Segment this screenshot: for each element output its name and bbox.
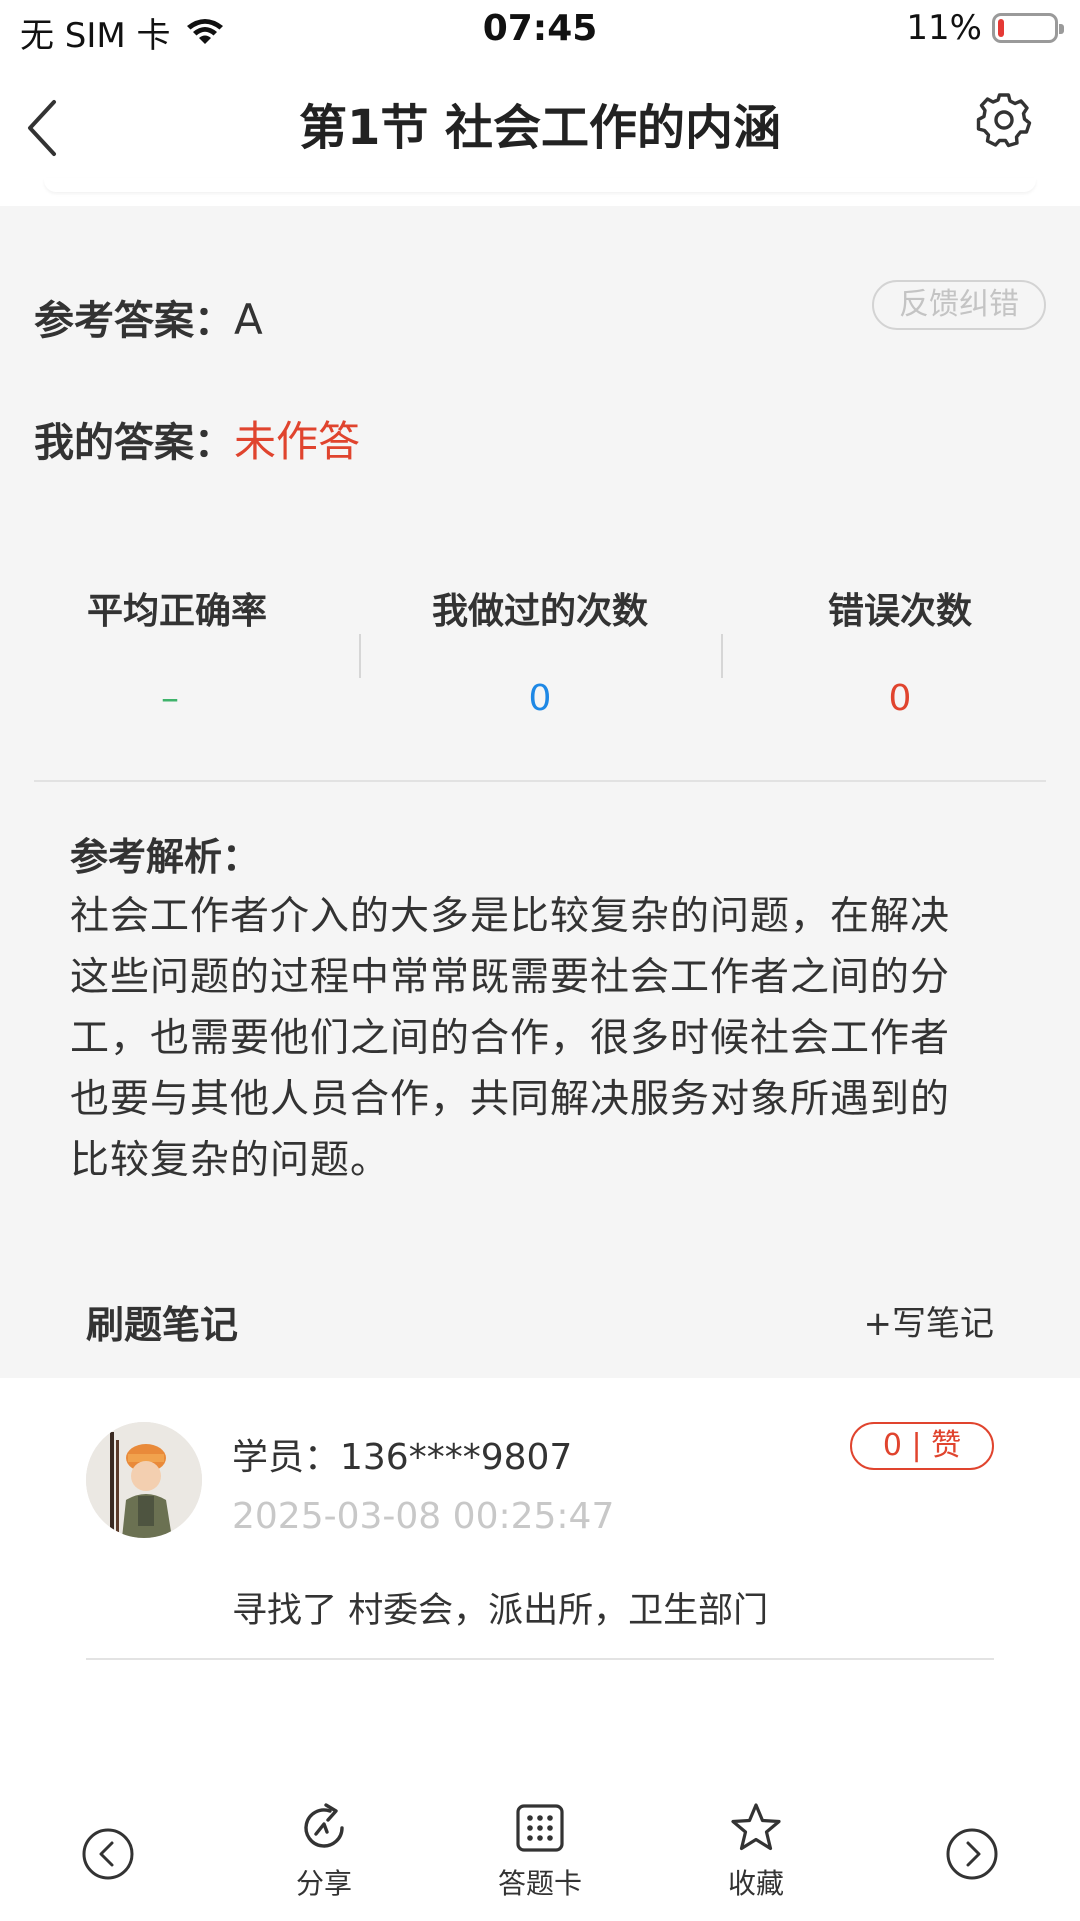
notes-header: 刷题笔记 +写笔记 [86,1294,995,1347]
note-card: 学员：136****9807 2025-03-08 00:25:47 0 | 赞… [0,1378,1080,1660]
share-button[interactable]: 分享 [254,1800,394,1902]
back-icon[interactable] [14,90,74,160]
page-title: 第1节 社会工作的内涵 [298,100,782,156]
battery-icon [992,13,1064,43]
stat-value: 0 [888,678,912,719]
bottom-toolbar: 分享 答题卡 收藏 [0,1780,1080,1921]
battery-fill [998,19,1004,37]
circle-chevron-left-icon[interactable] [80,1826,136,1882]
my-answer-value: 未作答 [234,417,361,466]
star-icon [731,1803,781,1851]
nav-bar: 第1节 社会工作的内涵 [0,60,1080,180]
status-right: 11% [906,8,1064,48]
stats-row: 平均正确率 – 我做过的次数 0 错误次数 0 [0,582,1080,722]
grid-icon [516,1804,564,1852]
note-user: 学员：136****9807 [232,1437,573,1478]
stat-value: – [161,678,179,719]
write-note-button[interactable]: +写笔记 [864,1296,995,1345]
notes-title: 刷题笔记 [86,1303,239,1347]
reference-answer: 参考答案：A [34,288,263,346]
note-time: 2025-03-08 00:25:47 [232,1496,615,1537]
stat-label: 我做过的次数 [431,591,648,632]
status-bar: 无 SIM 卡 07:45 11% [0,0,1080,60]
analysis-text: 社会工作者介入的大多是比较复杂的问题，在解决这些问题的过程中常常既需要社会工作者… [70,894,951,1183]
answer-card-button[interactable]: 答题卡 [470,1800,610,1902]
nav-shadow-strip [44,178,1036,192]
note-divider [86,1658,994,1660]
stat-label: 平均正确率 [86,591,267,632]
stat-attempt-count: 我做过的次数 0 [360,582,720,719]
analysis-title: 参考解析： [70,835,261,879]
stat-average-accuracy: 平均正确率 – [0,582,360,719]
avatar[interactable] [86,1422,202,1538]
user-avatar-icon [86,1422,202,1538]
answer-section: 参考答案：A 反馈纠错 我的答案：未作答 平均正确率 – 我做过的次数 0 错误… [0,206,1080,1378]
analysis-block: 参考解析： 社会工作者介入的大多是比较复杂的问题，在解决这些问题的过程中常常既需… [70,828,988,1191]
reference-answer-value: A [234,295,263,344]
favorite-label: 收藏 [727,1867,784,1900]
share-icon [304,1803,344,1848]
my-answer-label: 我的答案： [34,420,234,466]
section-divider [34,780,1046,782]
circle-chevron-right-icon[interactable] [944,1826,1000,1882]
stat-value: 0 [528,678,552,719]
note-content: 寻找了 村委会，派出所，卫生部门 [232,1591,769,1631]
answer-card-label: 答题卡 [497,1867,582,1900]
battery-percent: 11% [906,8,982,48]
share-label: 分享 [295,1867,352,1900]
reference-answer-label: 参考答案： [34,298,234,344]
favorite-button[interactable]: 收藏 [686,1800,826,1902]
gear-icon[interactable] [974,90,1034,150]
my-answer: 我的答案：未作答 [34,408,360,469]
like-button[interactable]: 0 | 赞 [850,1422,994,1470]
stat-error-count: 错误次数 0 [720,582,1080,719]
stat-label: 错误次数 [827,591,972,632]
feedback-button[interactable]: 反馈纠错 [872,280,1046,330]
